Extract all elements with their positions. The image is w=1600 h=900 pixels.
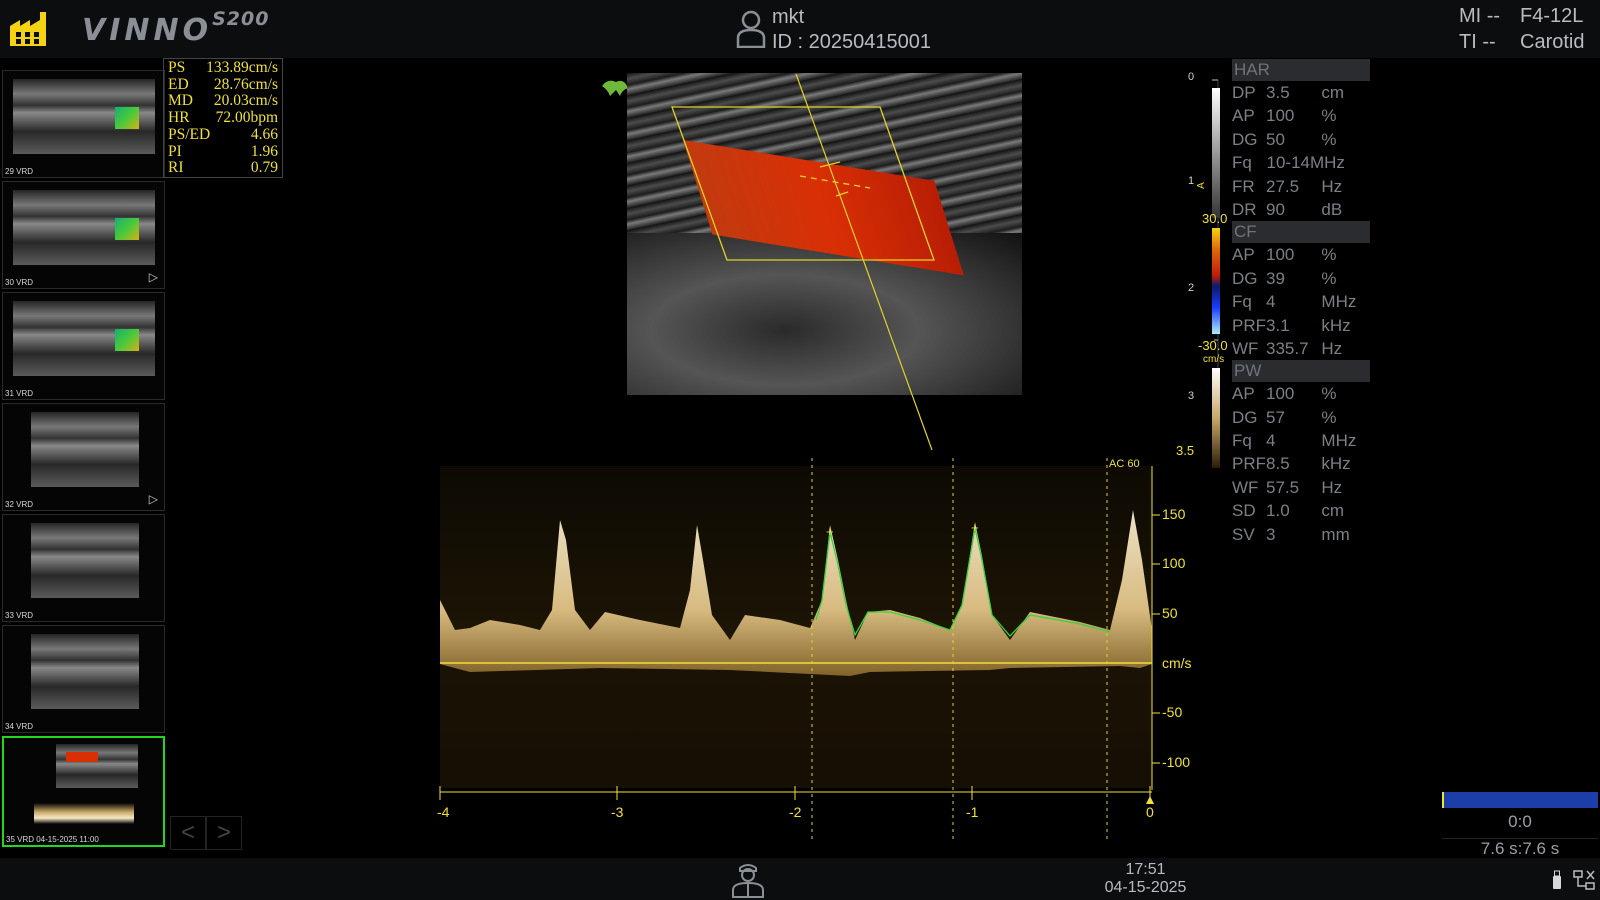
time-label-neg2: -2 — [789, 804, 802, 820]
cine-progress-bar[interactable] — [1442, 792, 1598, 808]
ps-marker: + — [826, 524, 834, 539]
velocity-axis — [1151, 466, 1160, 790]
angle-correction-label: AC 60 — [1109, 458, 1140, 470]
time-label-neg4: -4 — [437, 804, 450, 820]
clock-date: 04-15-2025 — [1104, 879, 1187, 896]
clock-time: 17:51 — [1125, 861, 1166, 878]
spectrum-overlay: + + — [439, 458, 1160, 840]
doctor-icon[interactable] — [731, 862, 765, 898]
velocity-label-neg100: -100 — [1162, 754, 1191, 770]
velocity-label-150: 150 — [1162, 506, 1186, 522]
time-label-0: 0 — [1146, 804, 1154, 820]
usb-icon[interactable] — [1552, 870, 1562, 890]
time-axis — [439, 786, 1152, 800]
bottom-bar — [0, 858, 1600, 900]
time-cursor-icon — [1146, 796, 1154, 804]
velocity-label-100: 100 — [1162, 555, 1186, 571]
cine-frame-counter: 0:0 — [1508, 812, 1532, 831]
velocity-label-50: 50 — [1162, 605, 1178, 621]
doppler-waveform — [440, 510, 1152, 676]
velocity-label-neg50: -50 — [1162, 704, 1183, 720]
cine-time: 7.6 s:7.6 s — [1442, 838, 1598, 859]
network-icon[interactable] — [1572, 868, 1596, 892]
velocity-unit-label: cm/s — [1162, 655, 1192, 671]
time-label-neg3: -3 — [611, 804, 624, 820]
system-clock: 17:51 04-15-2025 — [1098, 861, 1193, 897]
ps-marker: + — [971, 520, 979, 535]
time-label-neg1: -1 — [966, 804, 979, 820]
